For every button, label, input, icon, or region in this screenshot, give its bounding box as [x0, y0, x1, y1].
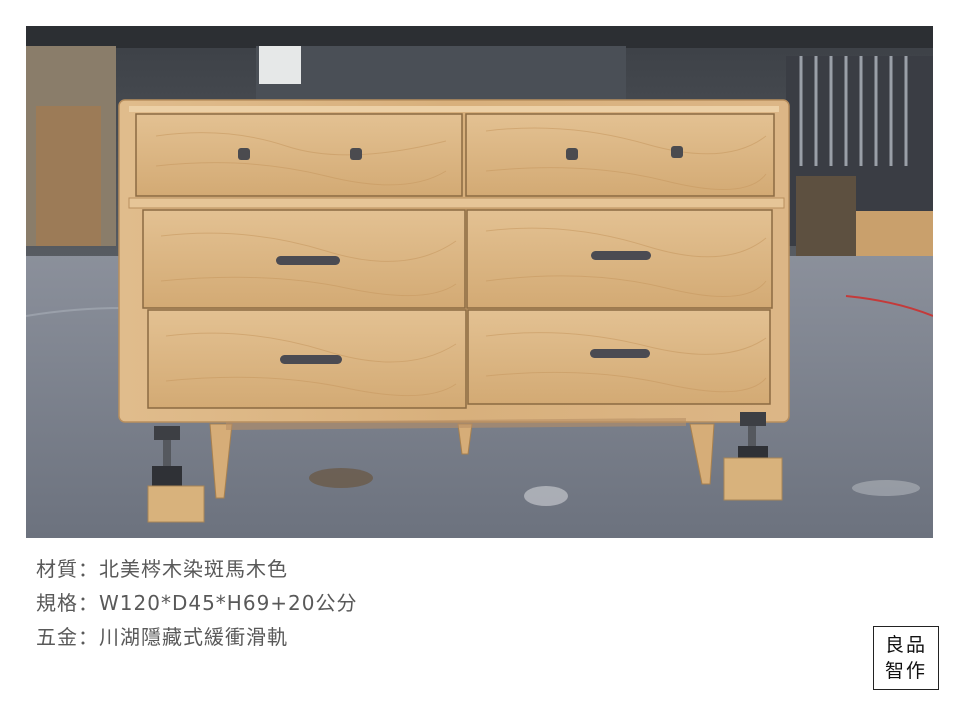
spec-separator: ：	[78, 591, 99, 615]
spec-separator: ：	[78, 625, 99, 649]
product-photo	[26, 26, 933, 538]
logo-line-2: 智作	[884, 660, 927, 682]
spec-value: W120*D45*H69+20公分	[99, 591, 358, 615]
logo-line-1: 良品	[884, 634, 927, 656]
spec-label: 材質	[36, 557, 78, 581]
spec-material: 材質：北美梣木染斑馬木色	[36, 552, 358, 586]
spec-value: 北美梣木染斑馬木色	[99, 557, 288, 581]
brand-logo: 良品 智作	[873, 626, 939, 690]
spec-dimensions: 規格：W120*D45*H69+20公分	[36, 586, 358, 620]
spec-label: 五金	[36, 625, 78, 649]
spec-hardware: 五金：川湖隱藏式緩衝滑軌	[36, 620, 358, 654]
dresser-photo-illustration	[26, 26, 933, 538]
spec-separator: ：	[78, 557, 99, 581]
spec-value: 川湖隱藏式緩衝滑軌	[99, 625, 288, 649]
product-specs: 材質：北美梣木染斑馬木色 規格：W120*D45*H69+20公分 五金：川湖隱…	[36, 552, 358, 654]
spec-label: 規格	[36, 591, 78, 615]
